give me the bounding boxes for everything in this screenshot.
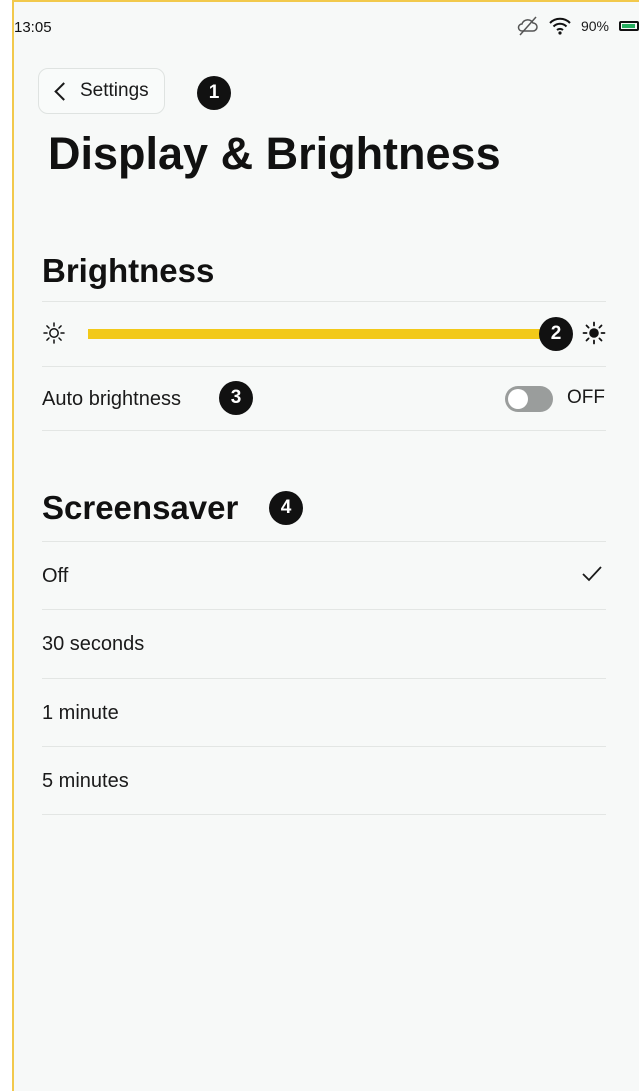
screensaver-option-off[interactable]: Off — [42, 543, 606, 611]
back-button-label: Settings — [80, 80, 149, 101]
toggle-knob — [508, 389, 528, 409]
annotation-badge-3: 3 — [219, 381, 253, 415]
screensaver-option-1-minute[interactable]: 1 minute — [42, 680, 606, 748]
option-label: 5 minutes — [42, 770, 129, 792]
divider — [42, 814, 606, 815]
status-bar: 13:05 90% — [14, 2, 639, 60]
status-time: 13:05 — [14, 19, 52, 36]
brightness-low-icon — [43, 322, 65, 344]
screensaver-option-30-seconds[interactable]: 30 seconds — [42, 611, 606, 679]
status-icons: 90% — [517, 16, 639, 36]
device-screen: 13:05 90% Settings 1 Display & Brightnes… — [12, 0, 639, 1091]
option-label: 1 minute — [42, 702, 119, 724]
divider — [42, 678, 606, 679]
checkmark-icon — [582, 566, 602, 582]
divider — [42, 430, 606, 431]
auto-brightness-state: OFF — [567, 387, 605, 408]
divider — [42, 366, 606, 367]
annotation-badge-4: 4 — [269, 491, 303, 525]
auto-brightness-label: Auto brightness — [42, 388, 181, 410]
annotation-badge-1: 1 — [197, 76, 231, 110]
option-label: 30 seconds — [42, 633, 145, 655]
auto-brightness-toggle[interactable] — [505, 386, 553, 412]
divider — [42, 301, 606, 302]
battery-percent: 90% — [580, 18, 609, 34]
screensaver-option-5-minutes[interactable]: 5 minutes — [42, 748, 606, 816]
back-button[interactable]: Settings — [38, 68, 165, 114]
chevron-left-icon — [54, 81, 73, 101]
sync-off-icon — [517, 16, 538, 36]
brightness-slider[interactable] — [88, 329, 570, 339]
battery-level — [622, 24, 635, 28]
divider — [42, 541, 606, 542]
option-label: Off — [42, 565, 69, 587]
wifi-icon — [549, 17, 571, 35]
divider — [42, 746, 606, 747]
brightness-slider-fill — [88, 329, 570, 339]
page-title: Display & Brightness — [48, 128, 501, 179]
annotation-badge-2: 2 — [539, 317, 573, 351]
screensaver-heading: Screensaver — [42, 489, 239, 526]
brightness-high-icon — [582, 321, 606, 345]
brightness-heading: Brightness — [42, 252, 215, 289]
divider — [42, 609, 606, 610]
battery-icon — [619, 21, 639, 31]
